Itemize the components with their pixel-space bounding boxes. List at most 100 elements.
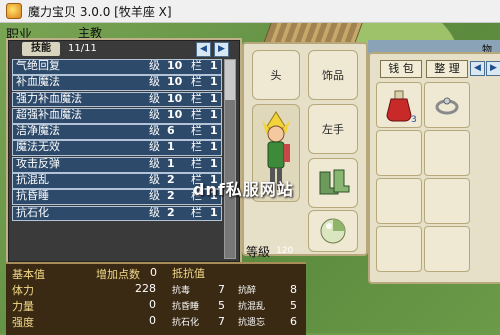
item-quantity: 3: [411, 115, 417, 125]
resist-value-b: 8: [290, 283, 297, 296]
skill-level: 2: [167, 189, 175, 203]
skill-slot-label: 栏: [191, 205, 202, 219]
skill-scroll-thumb[interactable]: [225, 60, 235, 100]
skill-row[interactable]: 强力补血魔法 级 10 栏 1: [12, 91, 222, 108]
skill-level-label: 级: [149, 173, 160, 187]
skill-level: 6: [167, 124, 175, 138]
skill-row[interactable]: 抗混乱级 2 栏 1: [12, 173, 222, 189]
equip-slot-left-hand[interactable]: 左手: [308, 104, 358, 154]
skill-slot-label: 栏: [191, 59, 202, 72]
resist-label-b: 抗遗忘: [238, 318, 266, 328]
stat-value: 228: [135, 282, 156, 295]
skill-row[interactable]: 抗昏睡级 2 栏 1: [12, 189, 222, 206]
inventory-cell[interactable]: [424, 130, 470, 176]
resist-value-b: 5: [290, 299, 297, 312]
skill-name: 攻击反弹: [16, 156, 60, 170]
skill-row[interactable]: 超强补血魔法 级 10 栏 1: [12, 107, 222, 124]
resist-value-b: 6: [290, 315, 297, 328]
equip-slot-shoes[interactable]: [308, 158, 358, 208]
inventory-cell[interactable]: 3: [376, 82, 422, 128]
inventory-cell[interactable]: [376, 130, 422, 176]
arrow-right-icon: ▶: [490, 63, 497, 73]
resist-label-a: 抗毒: [172, 286, 191, 296]
skill-name: 气绝回复: [16, 59, 60, 72]
skill-slots: 1: [210, 205, 218, 219]
bonus-points-label: 增加点数: [96, 268, 140, 281]
crystal-orb-icon: [320, 218, 346, 244]
skill-level: 2: [167, 173, 175, 187]
skill-level-label: 级: [149, 124, 160, 138]
equipment-panel: 头 饰品 左手: [242, 42, 368, 256]
skill-level-label: 级: [149, 156, 160, 170]
skill-tab[interactable]: 技能: [22, 42, 60, 56]
equip-slot-crystal[interactable]: [308, 210, 358, 252]
bonus-points-value: 0: [150, 266, 157, 279]
boots-icon: [319, 169, 350, 195]
skill-row[interactable]: 补血魔法 级 10 栏 1: [12, 75, 222, 92]
equip-slot-accessory[interactable]: 饰品: [308, 50, 358, 100]
skill-level-label: 级: [149, 107, 160, 121]
resist-value-a: 5: [218, 299, 225, 312]
arrow-left-icon: ◀: [474, 63, 481, 73]
ring-icon: [435, 97, 459, 115]
skill-slots: 1: [210, 140, 218, 154]
inventory-cell[interactable]: [424, 226, 470, 272]
skill-name: 抗石化: [16, 205, 49, 219]
skill-prev-button[interactable]: ◀: [196, 42, 211, 57]
skill-slot-label: 栏: [191, 75, 202, 89]
skill-level: 10: [167, 107, 183, 121]
window-title: 魔力宝贝 3.0.0 [牧羊座 X]: [28, 4, 172, 19]
arrow-right-icon: ▶: [218, 44, 225, 54]
stat-label: 强度: [12, 316, 34, 329]
skill-name: 洁净魔法: [16, 124, 60, 138]
skill-level: 10: [167, 91, 183, 105]
skill-list: 气绝回复级 10 栏 1 补血魔法级 10 栏 1 强力补血魔法级 10 栏 1 超强补血魔法级 10 栏 1…: [12, 59, 222, 222]
resist-value-a: 7: [218, 283, 225, 296]
resist-value-a: 7: [218, 315, 225, 328]
sort-tab[interactable]: 整 理: [426, 60, 468, 78]
skill-row[interactable]: 攻击反弹级 1 栏 1: [12, 156, 222, 173]
inventory-cell[interactable]: [424, 82, 470, 128]
slot-head-label: 头: [270, 69, 282, 82]
inventory-panel: 钱 包 整 理 ◀ ▶ 3: [368, 52, 500, 284]
skill-name: 补血魔法: [16, 75, 60, 89]
skill-row[interactable]: 抗石化 级 2 栏 1: [12, 205, 222, 222]
resist-label-b: 抗醉: [238, 286, 257, 296]
wallet-tab[interactable]: 钱 包: [380, 60, 422, 78]
skill-row[interactable]: 魔法无效级 1 栏 1: [12, 140, 222, 157]
skill-panel: 技能 11/11 ◀ ▶ 气绝回复级 10 栏 1 补血魔法级 10 栏 1 强力补血魔法级 10…: [6, 38, 242, 264]
resist-label-a: 抗石化: [172, 318, 200, 328]
skill-name: 强力补血魔法: [16, 91, 82, 105]
resist-label-b: 抗混乱: [238, 302, 266, 312]
watermark-text: dnf私服网站: [193, 180, 294, 199]
skill-row[interactable]: 气绝回复 级 10 栏 1: [12, 59, 222, 75]
stats-panel: 基本值 增加点数 0 抵抗值 体力 228 力量 0 强度 0 抗毒 7 抗醉 8 抗昏睡 5 抗混乱 5…: [6, 262, 306, 335]
resist-label: 抵抗值: [172, 267, 205, 280]
inventory-cell[interactable]: [424, 178, 470, 224]
skill-slot-label: 栏: [191, 156, 202, 170]
inventory-next-button[interactable]: ▶: [486, 61, 500, 76]
skill-level-label: 级: [149, 205, 160, 219]
skill-level-label: 级: [149, 91, 160, 105]
skill-slots: 1: [210, 91, 218, 105]
skill-level: 10: [167, 59, 183, 72]
stat-label: 体力: [12, 284, 34, 297]
inventory-prev-button[interactable]: ◀: [470, 61, 485, 76]
skill-name: 魔法无效: [16, 140, 60, 154]
resist-label-a: 抗昏睡: [172, 302, 200, 312]
equip-slot-head[interactable]: 头: [252, 50, 300, 100]
skill-row[interactable]: 洁净魔法 级 6 栏 1: [12, 124, 222, 140]
skill-slots: 1: [210, 59, 218, 72]
inventory-cell[interactable]: [376, 178, 422, 224]
skill-scrollbar[interactable]: [224, 59, 236, 259]
skill-name: 抗昏睡: [16, 189, 49, 203]
stat-label: 力量: [12, 300, 34, 313]
skill-slots: 1: [210, 124, 218, 138]
skill-slot-label: 栏: [191, 107, 202, 121]
skill-slots: 1: [210, 156, 218, 170]
skill-next-button[interactable]: ▶: [214, 42, 229, 57]
skill-level: 1: [167, 156, 175, 170]
skill-slot-label: 栏: [191, 140, 202, 154]
inventory-cell[interactable]: [376, 226, 422, 272]
skill-level-label: 级: [149, 75, 160, 89]
